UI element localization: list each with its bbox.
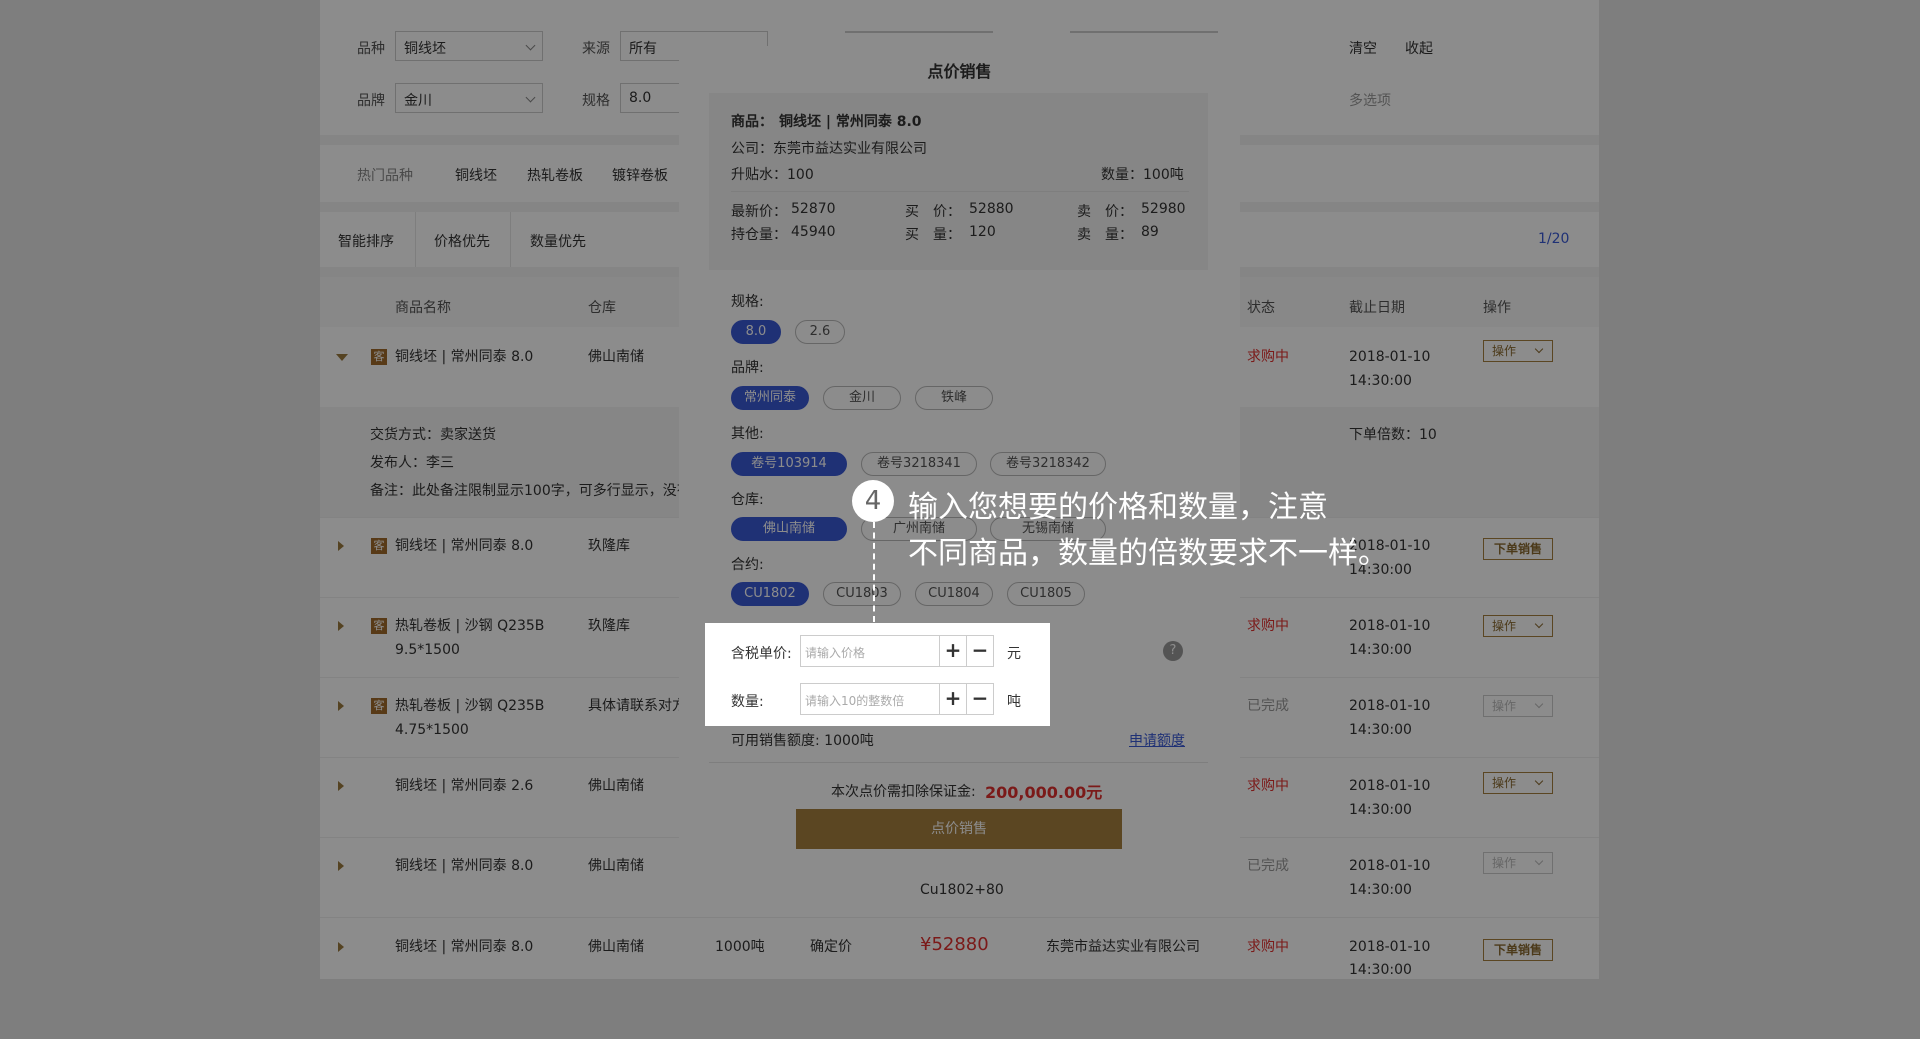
quantity-unit: 吨 — [1007, 694, 1021, 710]
price-quantity-panel: 含税单价: 请输入价格 + − 元 数量: 请输入10的整数倍 + − 吨 — [705, 623, 1050, 726]
decrease-price-button[interactable]: − — [966, 635, 994, 667]
tip-line-1: 输入您想要的价格和数量，注意 — [908, 490, 1328, 525]
increase-quantity-button[interactable]: + — [939, 683, 967, 715]
price-input[interactable]: 请输入价格 — [800, 635, 940, 667]
decrease-quantity-button[interactable]: − — [966, 683, 994, 715]
tip-connector — [873, 522, 875, 622]
increase-price-button[interactable]: + — [939, 635, 967, 667]
quantity-input[interactable]: 请输入10的整数倍 — [800, 683, 940, 715]
quantity-label: 数量: — [731, 694, 764, 710]
price-label: 含税单价: — [731, 646, 792, 662]
tip-line-2: 不同商品，数量的倍数要求不一样。 — [908, 536, 1388, 571]
step-number: 4 — [852, 480, 894, 522]
price-unit: 元 — [1007, 646, 1021, 662]
